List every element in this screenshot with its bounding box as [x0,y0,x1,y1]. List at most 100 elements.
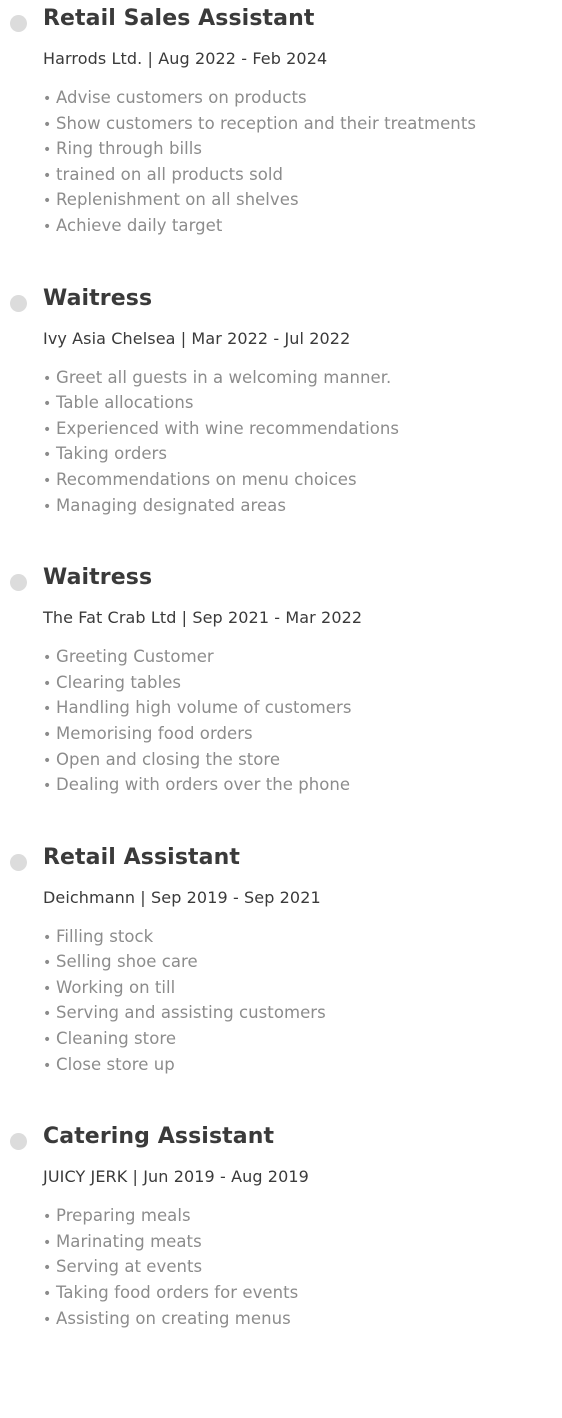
company-period-line: Harrods Ltd. | Aug 2022 - Feb 2024 [43,48,562,70]
duty-text: Marinating meats [56,1231,202,1251]
bullet-icon: • [43,1209,52,1226]
bullet-icon: • [43,498,52,515]
bullet-icon: • [43,218,52,235]
duty-text: Greeting Customer [56,647,214,667]
duty-text: Managing designated areas [56,495,286,515]
duty-item: • Cleaning store [43,1027,562,1053]
duty-text: Recommendations on menu choices [56,469,357,489]
job-entry: Catering Assistant JUICY JERK | Jun 2019… [0,1122,562,1332]
job-entry: Retail Sales Assistant Harrods Ltd. | Au… [0,4,562,240]
job-entry: Retail Assistant Deichmann | Sep 2019 - … [0,843,562,1079]
duty-text: Close store up [56,1054,175,1074]
employment-period: Mar 2022 - Jul 2022 [191,328,351,348]
duty-item: • Assisting on creating menus [43,1307,562,1333]
job-title: Retail Assistant [43,844,240,870]
duty-text: Memorising food orders [56,723,253,743]
duty-text: Replenishment on all shelves [56,190,299,210]
bullet-icon: • [43,1260,52,1277]
company-period-line: Deichmann | Sep 2019 - Sep 2021 [43,887,562,909]
bullet-icon: • [43,726,52,743]
job-entry: Waitress Ivy Asia Chelsea | Mar 2022 - J… [0,284,562,520]
duty-item: • Taking food orders for events [43,1281,562,1307]
duty-item: • Replenishment on all shelves [43,188,562,214]
bullet-icon: • [43,116,52,133]
separator: | [176,608,193,628]
bullet-icon: • [43,1234,52,1251]
job-entry: Waitress The Fat Crab Ltd | Sep 2021 - M… [0,563,562,799]
duty-text: Advise customers on products [56,88,307,107]
duty-item: • Clearing tables [43,671,562,697]
duty-item: • Recommendations on menu choices [43,468,562,494]
duty-item: • Ring through bills [43,137,562,163]
duty-item: • Dealing with orders over the phone [43,773,562,799]
company-period-line: The Fat Crab Ltd | Sep 2021 - Mar 2022 [43,607,562,629]
separator: | [135,887,151,907]
duty-item: • Memorising food orders [43,722,562,748]
company-name: Ivy Asia Chelsea [43,328,176,348]
duty-item: • Greeting Customer [43,645,562,671]
employment-period: Jun 2019 - Aug 2019 [143,1167,309,1187]
duty-item: • Experienced with wine recommendations [43,417,562,443]
bullet-icon: • [43,955,52,972]
bullet-icon: • [43,193,52,210]
company-name: JUICY JERK [43,1167,128,1187]
duty-text: Experienced with wine recommendations [56,418,400,438]
duty-item: • Preparing meals [43,1204,562,1230]
duty-text: Taking orders [56,444,168,464]
bullet-icon: • [43,447,52,464]
timeline-dot-icon [10,15,27,32]
duty-text: Selling shoe care [56,952,198,972]
bullet-icon: • [43,396,52,413]
duty-text: Show customers to reception and their tr… [56,113,476,133]
duty-item: • Taking orders [43,442,562,468]
duty-item: • trained on all products sold [43,163,562,189]
bullet-icon: • [43,1286,52,1303]
duty-item: • Table allocations [43,391,562,417]
bullet-icon: • [43,1057,52,1074]
duty-text: Cleaning store [56,1029,177,1049]
bullet-icon: • [43,778,52,795]
duty-text: Table allocations [56,393,194,413]
timeline-dot-icon [10,1133,27,1151]
duty-text: Dealing with orders over the phone [56,775,351,795]
duty-item: • Selling shoe care [43,950,562,976]
duty-item: • Close store up [43,1053,562,1079]
duty-item: • Achieve daily target [43,214,562,240]
duty-text: trained on all products sold [56,164,284,184]
duty-list: • Filling stock • Selling shoe care • Worki… [43,925,562,1079]
job-title: Waitress [43,285,153,311]
bullet-icon: • [43,472,52,489]
separator: | [175,328,192,348]
duty-text: Serving at events [56,1257,203,1277]
job-title: Retail Sales Assistant [43,6,315,31]
work-experience-timeline: Retail Sales Assistant Harrods Ltd. | Au… [0,4,562,1332]
duty-item: • Working on till [43,976,562,1002]
duty-text: Assisting on creating menus [56,1308,291,1328]
duty-text: Filling stock [56,926,154,946]
separator: | [142,49,159,68]
duty-text: Achieve daily target [56,215,223,235]
bullet-icon: • [43,1032,52,1049]
duty-item: • Show customers to reception and their t… [43,112,562,138]
employment-period: Sep 2021 - Mar 2022 [192,608,363,628]
duty-text: Clearing tables [56,672,182,692]
duty-item: • Greet all guests in a welcoming manner. [43,366,562,392]
bullet-icon: • [43,1311,52,1328]
duty-list: • Preparing meals • Marinating meats • Serv… [43,1204,562,1332]
bullet-icon: • [43,675,52,692]
bullet-icon: • [43,421,52,438]
duty-item: • Handling high volume of customers [43,696,562,722]
job-title: Waitress [43,565,153,591]
duty-item: • Filling stock [43,925,562,951]
duty-list: • Greeting Customer • Clearing tables • Han… [43,645,562,799]
duty-item: • Open and closing the store [43,748,562,774]
duty-text: Serving and assisting customers [56,1003,326,1023]
duty-text: Open and closing the store [56,749,281,769]
bullet-icon: • [43,370,52,387]
timeline-dot-icon [10,853,27,871]
company-name: The Fat Crab Ltd [43,608,177,628]
duty-item: • Managing designated areas [43,494,562,520]
company-period-line: JUICY JERK | Jun 2019 - Aug 2019 [43,1166,562,1188]
bullet-icon: • [43,142,52,159]
duty-text: Working on till [56,977,176,997]
